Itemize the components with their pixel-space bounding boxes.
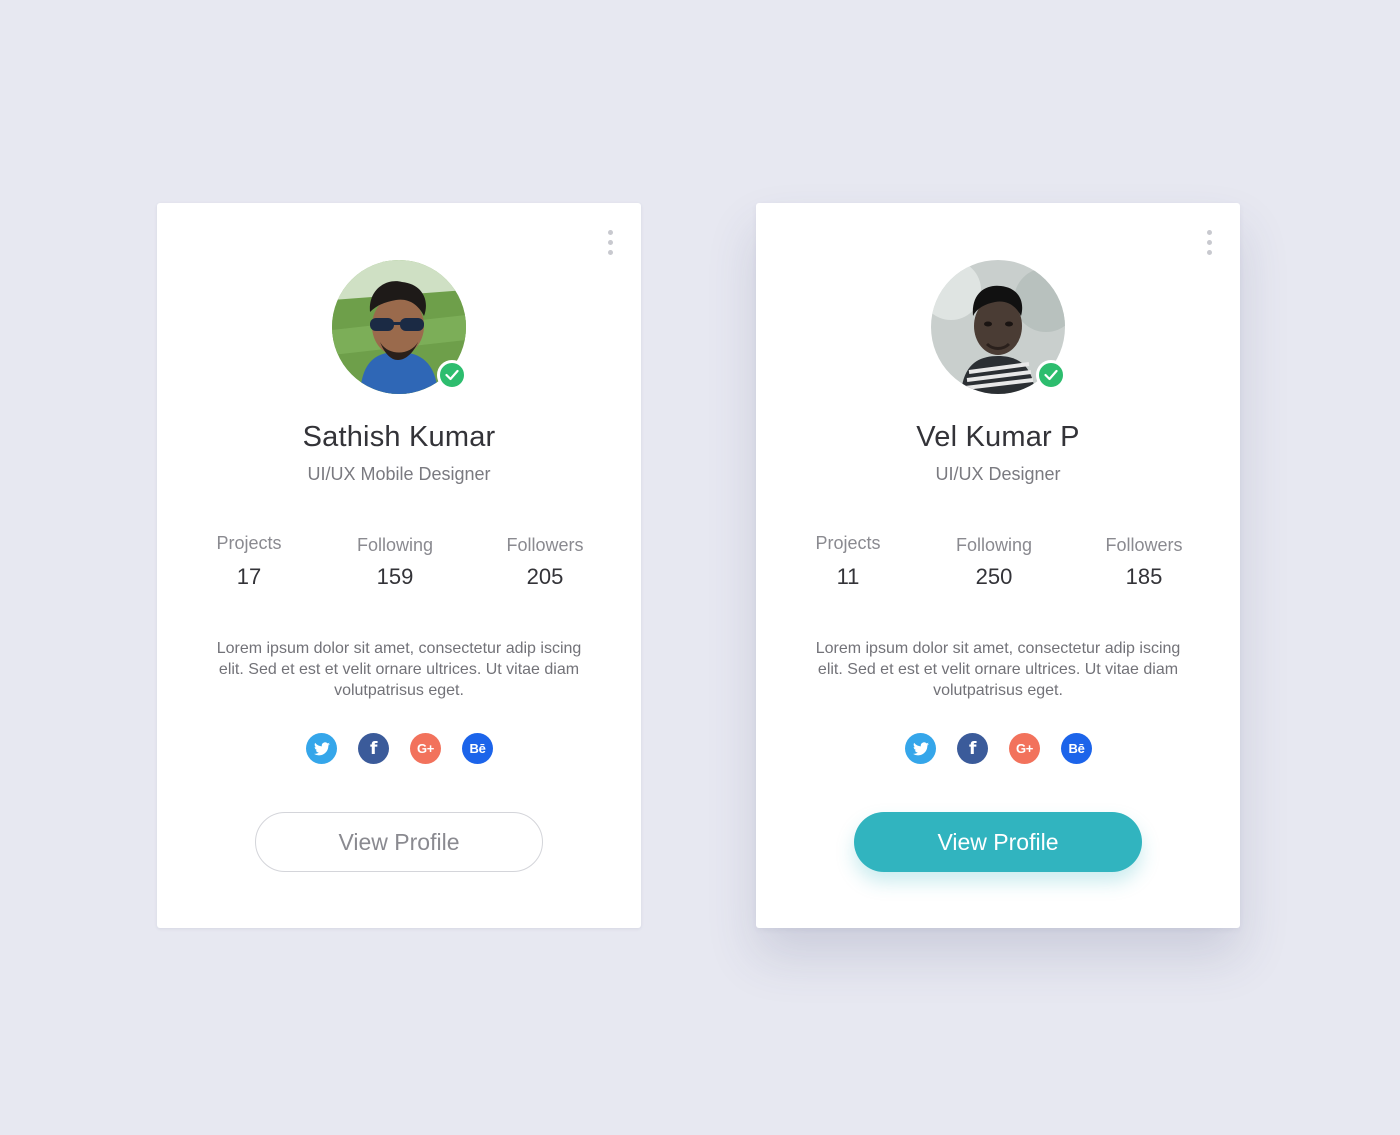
profile-role: UI/UX Designer — [935, 464, 1061, 484]
stat-following: Following 159 — [335, 535, 455, 590]
stat-projects: Projects 11 — [788, 533, 908, 590]
facebook-glyph: f — [369, 738, 378, 759]
twitter-icon[interactable] — [306, 733, 337, 764]
stat-label: Followers — [506, 535, 584, 555]
stat-label: Projects — [815, 533, 881, 553]
behance-icon[interactable]: Bē — [462, 733, 493, 764]
profile-name: Vel Kumar P — [916, 421, 1080, 453]
social-links: f G+ Bē — [306, 733, 496, 765]
google-plus-glyph: G+ — [416, 741, 435, 756]
stat-label: Followers — [1105, 535, 1183, 555]
profile-name: Sathish Kumar — [302, 421, 496, 453]
verified-badge — [437, 360, 467, 390]
facebook-glyph: f — [968, 738, 977, 759]
profile-card: Vel Kumar P UI/UX Designer Projects 11 F… — [756, 203, 1240, 928]
stat-projects: Projects 17 — [189, 533, 309, 590]
stat-label: Projects — [216, 533, 282, 553]
facebook-icon[interactable]: f — [358, 733, 389, 764]
profile-bio: Lorem ipsum dolor sit amet, consectetur … — [216, 640, 582, 699]
google-plus-glyph: G+ — [1015, 741, 1034, 756]
stat-following: Following 250 — [934, 535, 1054, 590]
view-profile-button[interactable]: View Profile — [255, 812, 543, 872]
google-plus-icon[interactable]: G+ — [1009, 733, 1040, 764]
check-icon — [1044, 369, 1058, 381]
twitter-icon[interactable] — [905, 733, 936, 764]
profile-role: UI/UX Mobile Designer — [307, 464, 491, 484]
stat-label: Following — [356, 535, 434, 555]
stat-value: 11 — [836, 564, 860, 589]
more-options-icon[interactable] — [1204, 230, 1214, 264]
profile-card: Sathish Kumar UI/UX Mobile Designer Proj… — [157, 203, 641, 928]
view-profile-button[interactable]: View Profile — [854, 812, 1142, 872]
stat-label: Following — [955, 535, 1033, 555]
stat-value: 17 — [236, 564, 262, 589]
behance-glyph: Bē — [469, 741, 486, 756]
verified-badge — [1036, 360, 1066, 390]
stat-value: 250 — [975, 564, 1013, 589]
stat-followers: Followers 205 — [485, 535, 605, 590]
social-links: f G+ Bē — [905, 733, 1095, 765]
behance-glyph: Bē — [1068, 741, 1085, 756]
behance-icon[interactable]: Bē — [1061, 733, 1092, 764]
avatar-container — [931, 260, 1066, 394]
more-options-icon[interactable] — [605, 230, 615, 264]
stat-value: 205 — [526, 564, 564, 589]
stat-followers: Followers 185 — [1084, 535, 1204, 590]
google-plus-icon[interactable]: G+ — [410, 733, 441, 764]
facebook-icon[interactable]: f — [957, 733, 988, 764]
avatar-container — [332, 260, 467, 394]
stat-value: 185 — [1125, 564, 1163, 589]
stat-value: 159 — [376, 564, 414, 589]
check-icon — [445, 369, 459, 381]
profile-bio: Lorem ipsum dolor sit amet, consectetur … — [815, 640, 1181, 699]
